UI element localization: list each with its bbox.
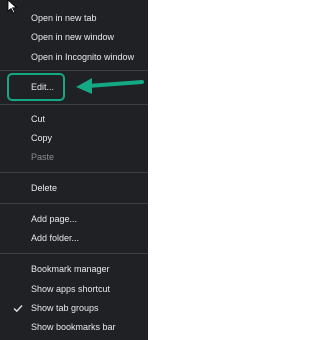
menu-separator	[0, 104, 148, 105]
left-arrow-icon	[76, 78, 144, 94]
menu-item-label: Open in new window	[31, 32, 115, 42]
menu-item-label: Paste	[31, 152, 55, 162]
menu-item-delete[interactable]: Delete	[0, 178, 148, 198]
menu-item-open-new-tab[interactable]: Open in new tab	[0, 8, 148, 28]
menu-item-label: Copy	[31, 133, 53, 143]
mouse-cursor-icon	[7, 0, 18, 14]
menu-item-label: Delete	[31, 183, 58, 193]
menu-separator	[0, 70, 148, 71]
menu-item-open-incognito[interactable]: Open in Incognito window	[0, 47, 148, 67]
menu-separator	[0, 172, 148, 173]
menu-item-add-folder[interactable]: Add folder...	[0, 228, 148, 248]
menu-item-show-bookmarks-bar[interactable]: Show bookmarks bar	[0, 317, 148, 337]
menu-item-cut[interactable]: Cut	[0, 109, 148, 129]
menu-item-label: Bookmark manager	[31, 264, 110, 274]
menu-item-label: Cut	[31, 114, 46, 124]
menu-item-open-new-window[interactable]: Open in new window	[0, 27, 148, 47]
menu-item-copy[interactable]: Copy	[0, 128, 148, 148]
menu-item-label: Show bookmarks bar	[31, 322, 116, 332]
menu-item-label: Show apps shortcut	[31, 284, 111, 294]
menu-item-label: Show tab groups	[31, 303, 99, 313]
menu-item-label: Open in new tab	[31, 13, 97, 23]
menu-item-label: Add page...	[31, 214, 78, 224]
menu-item-label: Open in Incognito window	[31, 52, 135, 62]
menu-item-add-page[interactable]: Add page...	[0, 209, 148, 229]
menu-item-bookmark-manager[interactable]: Bookmark manager	[0, 259, 148, 279]
menu-item-label: Add folder...	[31, 233, 80, 243]
menu-separator	[0, 253, 148, 254]
menu-item-show-tab-groups[interactable]: Show tab groups	[0, 298, 148, 318]
menu-item-paste: Paste	[0, 147, 148, 167]
menu-item-show-apps-shortcut[interactable]: Show apps shortcut	[0, 279, 148, 299]
checkmark-icon	[12, 298, 24, 318]
highlight-box	[7, 73, 65, 101]
menu-separator	[0, 203, 148, 204]
context-menu: Open in new tab Open in new window Open …	[0, 0, 148, 340]
